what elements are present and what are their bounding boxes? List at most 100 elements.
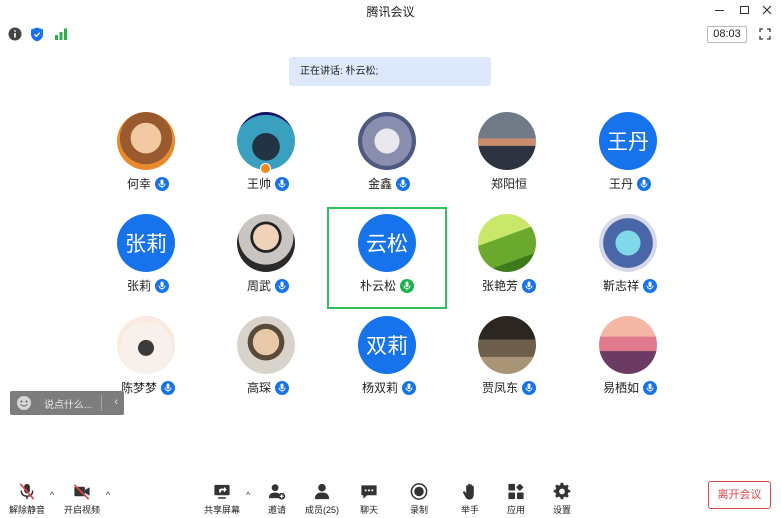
avatar (237, 112, 295, 170)
chat-input[interactable]: 说点什么... ‹ (10, 391, 124, 415)
mic-muted-icon (19, 483, 35, 500)
camera-off-icon (73, 484, 90, 500)
share-screen-button[interactable]: 共享屏幕 (202, 482, 242, 516)
participant-tile[interactable]: 王丹 王丹 (570, 107, 690, 209)
chat-icon (361, 485, 377, 499)
start-video-button[interactable]: 开启视频 (62, 482, 102, 516)
participant-name-row: 杨双莉 (329, 379, 449, 396)
participant-name-row: 王丹 (570, 175, 690, 192)
participant-name: 周武 (246, 279, 271, 293)
participant-grid: 何幸 王帅 金鑫 郑阳恒 王丹 王丹 张莉 张莉 周武 云松 朴云松 张艳芳 靳志祥 陈梦梦 高琛 双莉 杨双莉… (0, 0, 781, 420)
mic-icon (643, 380, 657, 395)
participant-name: 易栖如 (602, 381, 639, 395)
start-video-label: 开启视频 (63, 505, 100, 515)
mic-icon (396, 176, 410, 191)
unmute-button[interactable]: 解除静音 (7, 482, 47, 516)
avatar (478, 214, 536, 272)
settings-label: 设置 (552, 505, 571, 515)
members-label: 成员(25) (304, 505, 339, 515)
participant-tile[interactable]: 易栖如 (570, 311, 690, 413)
settings-button[interactable]: 设置 (542, 482, 582, 516)
record-label: 录制 (409, 505, 428, 515)
mic-icon (400, 278, 414, 293)
share-screen-label: 共享屏幕 (203, 505, 240, 515)
mic-icon (637, 176, 651, 191)
mic-icon (643, 278, 657, 293)
participant-name-row: 朴云松 (329, 277, 445, 294)
invite-button[interactable]: 邀请 (257, 482, 297, 516)
participant-name: 陈梦梦 (120, 381, 157, 395)
participant-tile[interactable]: 金鑫 (329, 107, 449, 209)
mic-icon (161, 380, 175, 395)
share-options-chevron-icon[interactable]: ^ (246, 490, 250, 500)
chat-divider (101, 395, 102, 411)
members-icon (314, 483, 330, 500)
add-user-icon (268, 484, 286, 500)
participant-tile[interactable]: 张艳芳 (449, 209, 569, 311)
participant-tile[interactable]: 张莉 张莉 (88, 209, 208, 311)
invite-label: 邀请 (267, 505, 286, 515)
leave-meeting-button[interactable]: 离开会议 (708, 481, 771, 509)
audio-options-chevron-icon[interactable]: ^ (50, 490, 54, 500)
emoji-icon[interactable] (16, 395, 32, 411)
participant-name-row: 王帅 (208, 175, 328, 192)
participant-name-row: 何幸 (88, 175, 208, 192)
avatar (478, 316, 536, 374)
avatar (599, 214, 657, 272)
unmute-label: 解除静音 (8, 505, 45, 515)
apps-icon (508, 483, 524, 500)
avatar: 双莉 (358, 316, 416, 374)
participant-name-row: 靳志祥 (570, 277, 690, 294)
participant-name: 王帅 (246, 177, 271, 191)
chat-placeholder: 说点什么... (44, 399, 93, 411)
avatar (358, 112, 416, 170)
mic-icon (275, 176, 289, 191)
mic-icon (155, 278, 169, 293)
participant-tile[interactable]: 何幸 (88, 107, 208, 209)
mic-icon (275, 380, 289, 395)
participant-name-row: 金鑫 (329, 175, 449, 192)
mic-icon (275, 278, 289, 293)
chevron-left-icon[interactable]: ‹ (114, 396, 118, 408)
participant-tile[interactable]: 双莉 杨双莉 (329, 311, 449, 413)
members-button[interactable]: 成员(25) (302, 482, 342, 516)
record-icon (410, 483, 428, 500)
avatar: 云松 (358, 214, 416, 272)
video-options-chevron-icon[interactable]: ^ (106, 490, 110, 500)
apps-button[interactable]: 应用 (496, 482, 536, 516)
avatar (237, 316, 295, 374)
avatar (117, 316, 175, 374)
avatar: 王丹 (599, 112, 657, 170)
gear-icon (553, 482, 571, 500)
participant-tile[interactable]: 高琛 (208, 311, 328, 413)
participant-name-row: 易栖如 (570, 379, 690, 396)
apps-label: 应用 (506, 505, 525, 515)
participant-name-row: 郑阳恒 (449, 175, 569, 192)
chat-label: 聊天 (359, 505, 378, 515)
record-button[interactable]: 录制 (399, 482, 439, 516)
participant-name: 张莉 (126, 279, 151, 293)
mic-icon (522, 380, 536, 395)
avatar (117, 112, 175, 170)
participant-tile[interactable]: 云松 朴云松 (327, 207, 447, 309)
participant-tile[interactable]: 郑阳恒 (449, 107, 569, 209)
mic-icon (402, 380, 416, 395)
participant-tile[interactable]: 贾凤东 (449, 311, 569, 413)
participant-tile[interactable]: 王帅 (208, 107, 328, 209)
participant-tile[interactable]: 周武 (208, 209, 328, 311)
participant-name-row: 贾凤东 (449, 379, 569, 396)
avatar: 张莉 (117, 214, 175, 272)
mic-icon (522, 278, 536, 293)
chat-button[interactable]: 聊天 (349, 482, 389, 516)
participant-name: 靳志祥 (602, 279, 639, 293)
participant-name: 朴云松 (359, 279, 396, 293)
participant-name-row: 张莉 (88, 277, 208, 294)
participant-name: 王丹 (608, 177, 633, 191)
participant-name-row: 高琛 (208, 379, 328, 396)
participant-tile[interactable]: 靳志祥 (570, 209, 690, 311)
avatar (237, 214, 295, 272)
bottom-toolbar: 解除静音 ^ 开启视频 ^ 共享屏幕 ^ 邀请 成员(25) 聊天 录制 举手 … (0, 478, 781, 518)
avatar (599, 316, 657, 374)
participant-name: 杨双莉 (361, 381, 398, 395)
raise-hand-button[interactable]: 举手 (450, 482, 490, 516)
